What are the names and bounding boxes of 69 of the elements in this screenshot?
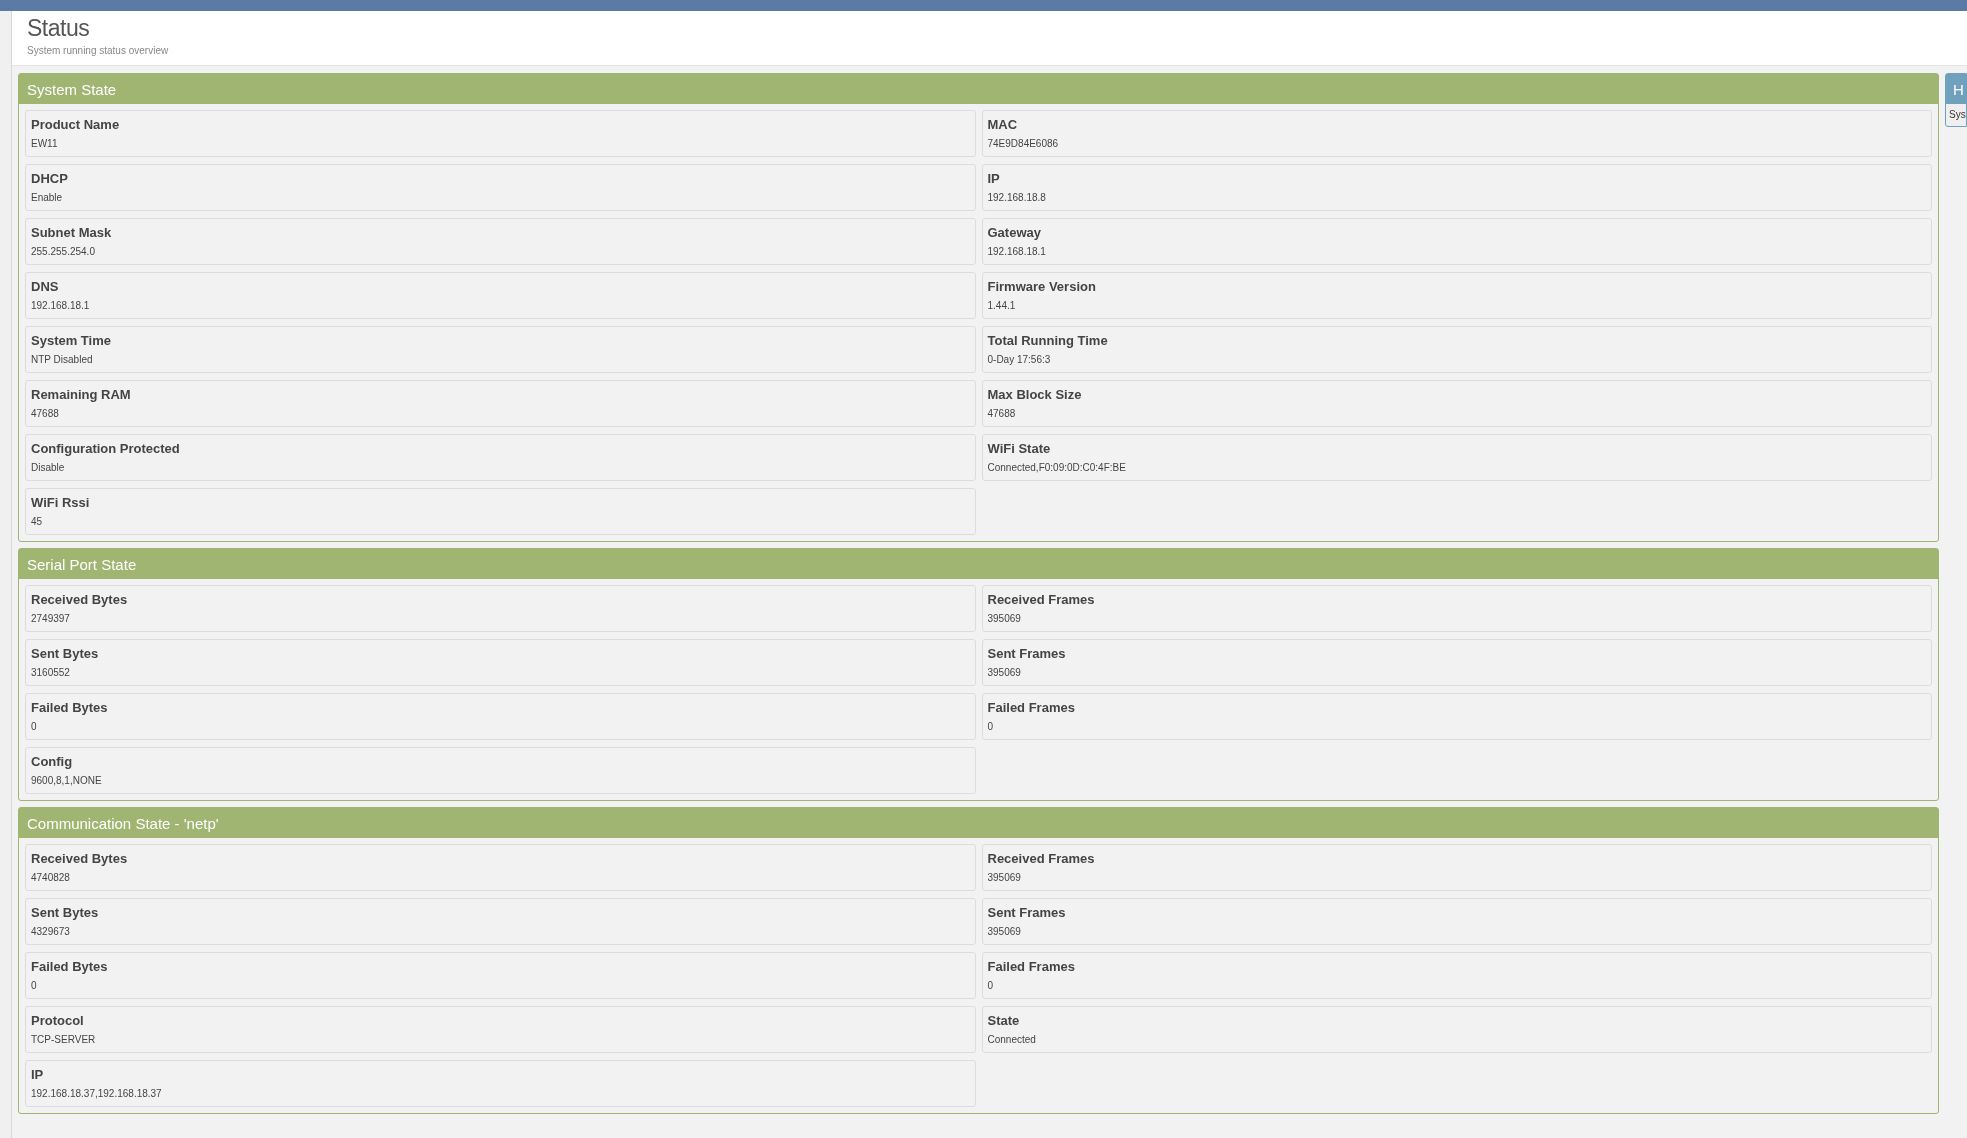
field-value: 192.168.18.37,192.168.18.37 (31, 1086, 163, 1101)
field-value: Disable (31, 460, 66, 475)
field-label: Received Frames (987, 851, 1096, 867)
field-value: 395069 (987, 924, 1022, 939)
field-value: NTP Disabled (31, 352, 94, 367)
field-value: Enable (31, 190, 64, 205)
field-label: Received Bytes (31, 851, 129, 867)
field-label: Subnet Mask (31, 225, 113, 241)
field-value: 395069 (987, 870, 1022, 885)
field-value: 395069 (987, 611, 1022, 626)
field-label: Max Block Size (987, 387, 1083, 403)
panel-title: Communication State - 'netp' (19, 808, 1938, 838)
field-value: 3160552 (31, 665, 71, 680)
field-label: Product Name (31, 117, 121, 133)
field-value: 2749397 (31, 611, 71, 626)
field-value: 45 (31, 514, 44, 529)
side-panel-text: Sys (1948, 108, 1966, 122)
field-label: WiFi Rssi (31, 495, 91, 511)
field-label: Failed Bytes (31, 700, 109, 716)
field-value: TCP-SERVER (31, 1032, 97, 1047)
field-value: Connected (987, 1032, 1037, 1047)
field-value: 192.168.18.8 (987, 190, 1047, 205)
field-value: 0 (31, 978, 38, 993)
field-value: 0 (987, 719, 995, 734)
field-value: 74E9D84E6086 (987, 136, 1060, 151)
field-label: MAC (987, 117, 1019, 133)
field-label: Received Bytes (31, 592, 129, 608)
field-label: Received Frames (987, 592, 1096, 608)
field-value: 1.44.1 (987, 298, 1017, 313)
field-label: DNS (31, 279, 60, 295)
panel-title: System State (19, 74, 1938, 104)
field-value: 192.168.18.1 (31, 298, 91, 313)
field-value: 0 (31, 719, 38, 734)
field-label: Failed Frames (987, 700, 1076, 716)
field-value: 395069 (987, 665, 1022, 680)
field-label: Total Running Time (987, 333, 1109, 349)
field-label: Remaining RAM (31, 387, 132, 403)
field-label: Failed Bytes (31, 959, 109, 975)
field-value: 192.168.18.1 (987, 244, 1047, 259)
field-label: Sent Frames (987, 646, 1067, 662)
field-label: WiFi State (987, 441, 1052, 457)
field-label: Configuration Protected (31, 441, 181, 457)
field-label: IP (31, 1067, 45, 1083)
field-value: 47688 (987, 406, 1017, 421)
field-label: State (987, 1013, 1021, 1029)
side-panel-title: H (1946, 74, 1966, 104)
field-label: Sent Bytes (31, 905, 100, 921)
field-value: 47688 (31, 406, 60, 421)
field-label: Gateway (987, 225, 1042, 241)
field-label: Sent Bytes (31, 646, 100, 662)
field-value: 4740828 (31, 870, 71, 885)
page-subtitle: System running status overview (27, 43, 170, 58)
field-value: 0 (987, 978, 995, 993)
field-label: Failed Frames (987, 959, 1076, 975)
field-value: 0-Day 17:56:3 (987, 352, 1052, 367)
field-value: EW11 (31, 136, 59, 151)
field-label: Config (31, 754, 74, 770)
field-value: Connected,F0:09:0D:C0:4F:BE (987, 460, 1127, 475)
field-label: System Time (31, 333, 112, 349)
field-label: Firmware Version (987, 279, 1097, 295)
field-label: DHCP (31, 171, 69, 187)
field-value: 9600,8,1,NONE (31, 773, 103, 788)
field-value: 4329673 (31, 924, 71, 939)
field-label: Sent Frames (987, 905, 1067, 921)
field-label: Protocol (31, 1013, 85, 1029)
field-label: IP (987, 171, 1001, 187)
field-value: 255.255.254.0 (31, 244, 96, 259)
panel-title: Serial Port State (19, 549, 1938, 579)
page-title: Status (27, 15, 91, 43)
